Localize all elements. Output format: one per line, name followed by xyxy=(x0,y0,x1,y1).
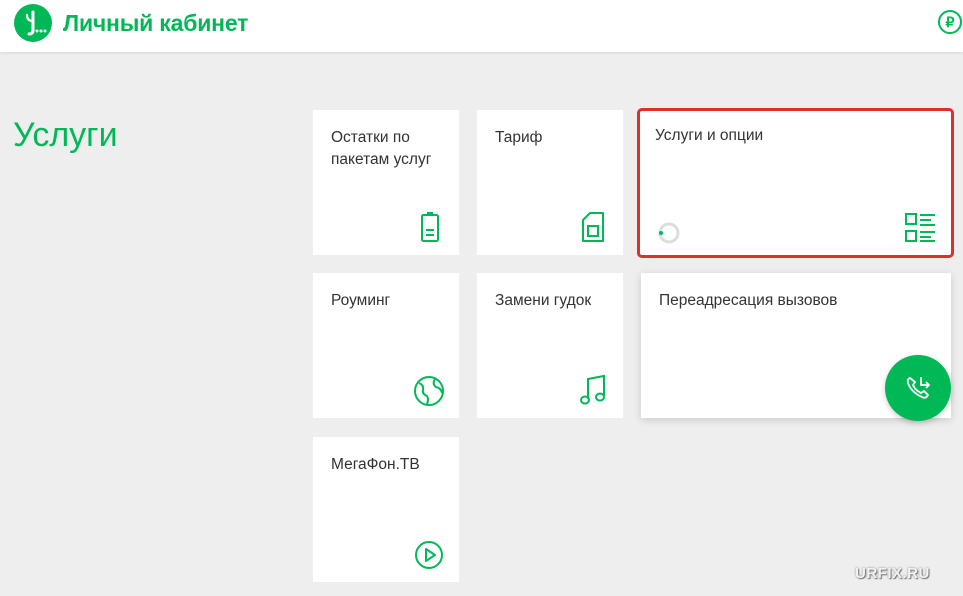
app-title[interactable]: Личный кабинет xyxy=(63,10,248,37)
tile-megafon-tv[interactable]: МегаФон.ТВ xyxy=(313,437,459,582)
call-forward-icon xyxy=(906,377,931,399)
watermark: URFIX.RU xyxy=(855,565,930,582)
tile-balances[interactable]: Остатки по пакетам услуг xyxy=(313,110,459,255)
tile-ringback-tone[interactable]: Замени гудок xyxy=(477,273,623,418)
page-title: Услуги xyxy=(13,116,118,154)
call-forward-button[interactable] xyxy=(885,355,951,421)
tile-tariff[interactable]: Тариф xyxy=(477,110,623,255)
header-bar: Личный кабинет ₽ xyxy=(0,0,963,52)
tile-services-options[interactable]: Услуги и опции xyxy=(637,108,954,258)
tile-roaming[interactable]: Роуминг xyxy=(313,273,459,418)
tile-label: Переадресация вызовов xyxy=(659,292,838,309)
tile-label: МегаФон.ТВ xyxy=(331,456,420,473)
tile-label: Услуги и опции xyxy=(655,127,764,144)
sim-card-icon xyxy=(582,212,604,242)
tile-label: Тариф xyxy=(495,129,543,146)
tile-label: Роуминг xyxy=(331,292,391,309)
balance-ruble-icon[interactable]: ₽ xyxy=(938,10,962,34)
play-icon xyxy=(415,541,443,569)
tile-label: Остатки по пакетам услуг xyxy=(331,129,432,168)
services-list-icon xyxy=(905,213,935,242)
battery-icon xyxy=(421,212,439,242)
loading-spinner-icon xyxy=(658,222,680,244)
tile-label: Замени гудок xyxy=(495,292,592,309)
globe-icon xyxy=(414,376,444,406)
music-note-icon xyxy=(580,374,605,405)
megafon-logo-icon[interactable] xyxy=(14,4,52,42)
